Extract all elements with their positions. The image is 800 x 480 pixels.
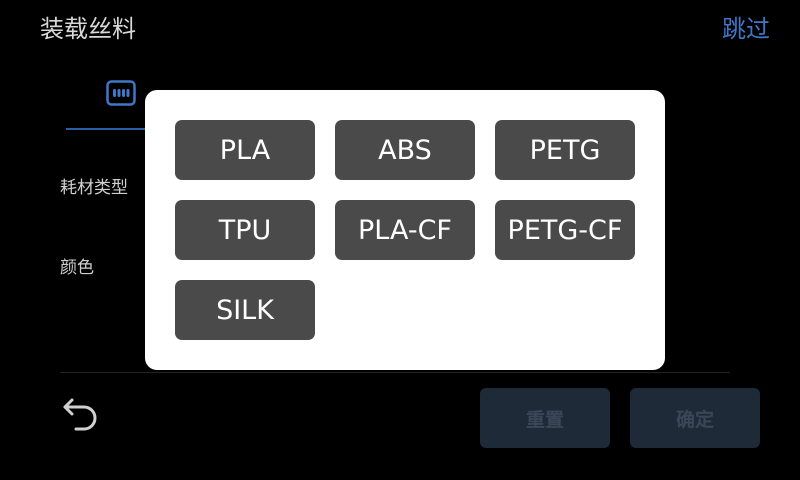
reset-button[interactable]: 重置 (480, 388, 610, 448)
confirm-button[interactable]: 确定 (630, 388, 760, 448)
material-option-pla[interactable]: PLA (175, 120, 315, 180)
material-option-petg-cf[interactable]: PETG-CF (495, 200, 635, 260)
filament-type-label: 耗材类型 (60, 178, 128, 198)
material-select-popup: PLA ABS PETG TPU PLA-CF PETG-CF SILK (145, 90, 665, 370)
material-option-silk[interactable]: SILK (175, 280, 315, 340)
spool-icon (106, 80, 136, 106)
material-option-tpu[interactable]: TPU (175, 200, 315, 260)
divider (60, 372, 730, 373)
load-filament-screen: 装载丝料 跳过 耗材类型 颜色 重置 确定 PLA ABS PETG TPU P… (0, 0, 800, 480)
skip-button[interactable]: 跳过 (722, 13, 770, 45)
material-option-pla-cf[interactable]: PLA-CF (335, 200, 475, 260)
material-option-petg[interactable]: PETG (495, 120, 635, 180)
material-option-abs[interactable]: ABS (335, 120, 475, 180)
back-arrow-icon (63, 398, 97, 431)
color-label: 颜色 (60, 258, 94, 278)
page-title: 装载丝料 (40, 15, 136, 43)
back-button[interactable] (60, 392, 106, 434)
